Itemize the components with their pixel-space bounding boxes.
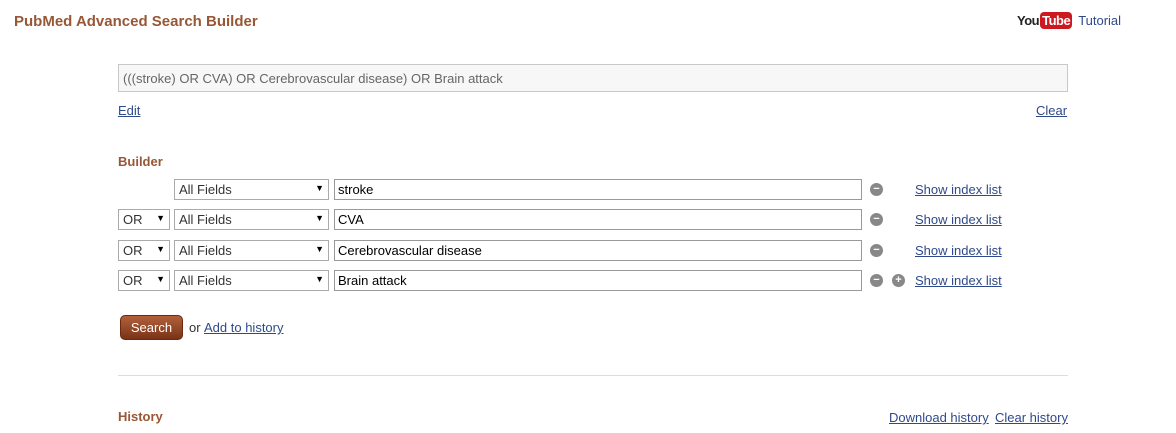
- builder-row: OR ▼ All Fields ▼ Brain attack − + Show …: [118, 270, 1018, 292]
- builder-label: Builder: [118, 154, 163, 169]
- dropdown-arrow-icon: ▼: [156, 213, 165, 223]
- operator-select[interactable]: OR ▼: [118, 270, 170, 291]
- tutorial-link[interactable]: Tutorial: [1078, 13, 1121, 28]
- tutorial-area: You Tube Tutorial: [1017, 12, 1121, 29]
- youtube-logo-icon[interactable]: You Tube: [1017, 12, 1073, 29]
- dropdown-arrow-icon: ▼: [315, 274, 324, 284]
- remove-row-icon[interactable]: −: [870, 244, 883, 257]
- query-display[interactable]: (((stroke) OR CVA) OR Cerebrovascular di…: [118, 64, 1068, 92]
- clear-history-link[interactable]: Clear history: [995, 410, 1068, 425]
- show-index-list-link[interactable]: Show index list: [915, 273, 1002, 288]
- remove-row-icon[interactable]: −: [870, 213, 883, 226]
- show-index-list-link[interactable]: Show index list: [915, 212, 1002, 227]
- dropdown-arrow-icon: ▼: [315, 244, 324, 254]
- show-index-list-link[interactable]: Show index list: [915, 182, 1002, 197]
- page-title: PubMed Advanced Search Builder: [14, 13, 258, 30]
- builder-row: All Fields ▼ stroke − Show index list: [118, 179, 1018, 201]
- term-input[interactable]: Cerebrovascular disease: [334, 240, 862, 261]
- edit-link[interactable]: Edit: [118, 103, 140, 118]
- dropdown-arrow-icon: ▼: [156, 274, 165, 284]
- remove-row-icon[interactable]: −: [870, 183, 883, 196]
- field-select[interactable]: All Fields ▼: [174, 270, 329, 291]
- search-button[interactable]: Search: [120, 315, 183, 340]
- operator-select[interactable]: OR ▼: [118, 240, 170, 261]
- clear-link[interactable]: Clear: [1036, 103, 1067, 118]
- builder-row: OR ▼ All Fields ▼ Cerebrovascular diseas…: [118, 240, 1018, 262]
- field-select[interactable]: All Fields ▼: [174, 240, 329, 261]
- history-label: History: [118, 409, 163, 424]
- remove-row-icon[interactable]: −: [870, 274, 883, 287]
- download-history-link[interactable]: Download history: [889, 410, 989, 425]
- field-select[interactable]: All Fields ▼: [174, 179, 329, 200]
- dropdown-arrow-icon: ▼: [156, 244, 165, 254]
- dropdown-arrow-icon: ▼: [315, 213, 324, 223]
- divider: [118, 375, 1068, 376]
- field-select[interactable]: All Fields ▼: [174, 209, 329, 230]
- show-index-list-link[interactable]: Show index list: [915, 243, 1002, 258]
- or-text: or: [189, 320, 201, 335]
- term-input[interactable]: CVA: [334, 209, 862, 230]
- builder-row: OR ▼ All Fields ▼ CVA − Show index list: [118, 209, 1018, 231]
- add-row-icon[interactable]: +: [892, 274, 905, 287]
- operator-select[interactable]: OR ▼: [118, 209, 170, 230]
- dropdown-arrow-icon: ▼: [315, 183, 324, 193]
- term-input[interactable]: Brain attack: [334, 270, 862, 291]
- add-to-history-link[interactable]: Add to history: [204, 320, 284, 335]
- term-input[interactable]: stroke: [334, 179, 862, 200]
